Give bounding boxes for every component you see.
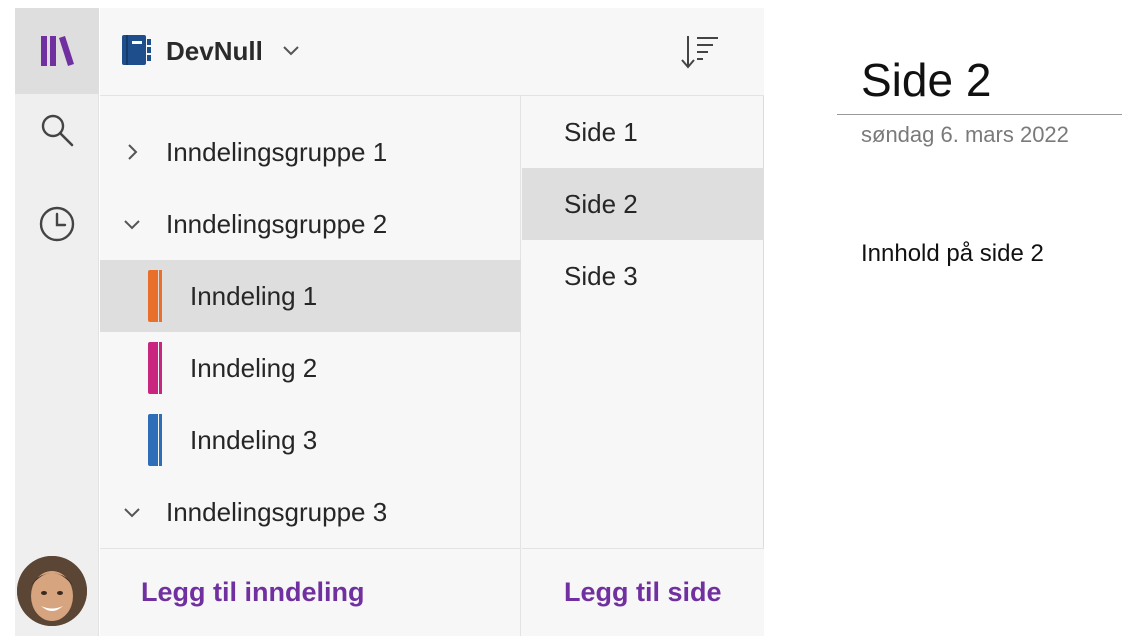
page-canvas[interactable]: Side 2 søndag 6. mars 2022 Innhold på si… [765, 0, 1122, 636]
chevron-right-icon[interactable] [122, 142, 142, 162]
section-group-label: Inndelingsgruppe 2 [166, 208, 388, 239]
section-item-2[interactable]: Inndeling 2 [100, 332, 521, 404]
notebook-name[interactable]: DevNull [166, 34, 263, 68]
add-page-button[interactable]: Legg til side [564, 577, 722, 608]
section-list: Inndelingsgruppe 1 Inndelingsgruppe 2 In… [100, 96, 521, 548]
search-button[interactable] [15, 94, 99, 166]
chevron-down-icon[interactable] [122, 502, 142, 522]
section-group-3[interactable]: Inndelingsgruppe 3 [100, 476, 521, 548]
add-section-button[interactable]: Legg til inndeling [141, 577, 364, 608]
section-group-2[interactable]: Inndelingsgruppe 2 [100, 188, 521, 260]
chevron-down-icon[interactable] [122, 214, 142, 234]
navigation-pane: DevNull Inndelingsgruppe 1 Inndelingsgru… [100, 8, 764, 636]
section-item-1[interactable]: Inndeling 1 [100, 260, 521, 332]
sort-icon [681, 36, 718, 69]
notebooks-icon [41, 36, 74, 66]
search-icon [41, 114, 74, 147]
page-footer: Legg til side [522, 548, 764, 636]
section-label: Inndeling 3 [190, 424, 318, 455]
section-color-tab-icon [148, 270, 162, 322]
page-item-1[interactable]: Side 1 [522, 96, 764, 168]
notebooks-button[interactable] [15, 8, 99, 94]
section-group-label: Inndelingsgruppe 1 [166, 136, 388, 167]
page-item-2[interactable]: Side 2 [522, 168, 764, 240]
section-group-label: Inndelingsgruppe 3 [166, 496, 388, 527]
recent-button[interactable] [15, 188, 99, 260]
page-body-text[interactable]: Innhold på side 2 [861, 240, 1044, 268]
section-label: Inndeling 2 [190, 352, 318, 383]
recent-icon [39, 206, 75, 242]
section-footer: Legg til inndeling [100, 548, 521, 636]
profile-photo [17, 556, 87, 626]
page-list: Side 1 Side 2 Side 3 [522, 96, 764, 548]
section-label: Inndeling 1 [190, 280, 318, 311]
page-date: søndag 6. mars 2022 [861, 122, 1069, 147]
page-label: Side 2 [564, 188, 638, 219]
chevron-down-icon[interactable] [280, 40, 302, 62]
sort-button[interactable] [678, 30, 722, 74]
section-color-tab-icon [148, 342, 162, 394]
page-item-3[interactable]: Side 3 [522, 240, 764, 312]
page-label: Side 3 [564, 260, 638, 291]
section-group-1[interactable]: Inndelingsgruppe 1 [100, 116, 521, 188]
app-rail [15, 8, 99, 636]
section-item-3[interactable]: Inndeling 3 [100, 404, 521, 476]
page-title[interactable]: Side 2 [861, 52, 991, 108]
avatar[interactable] [17, 556, 87, 626]
notebook-icon [122, 35, 151, 65]
page-label: Side 1 [564, 116, 638, 147]
notebook-header: DevNull [100, 8, 764, 96]
section-color-tab-icon [148, 414, 162, 466]
title-divider [837, 114, 1122, 115]
